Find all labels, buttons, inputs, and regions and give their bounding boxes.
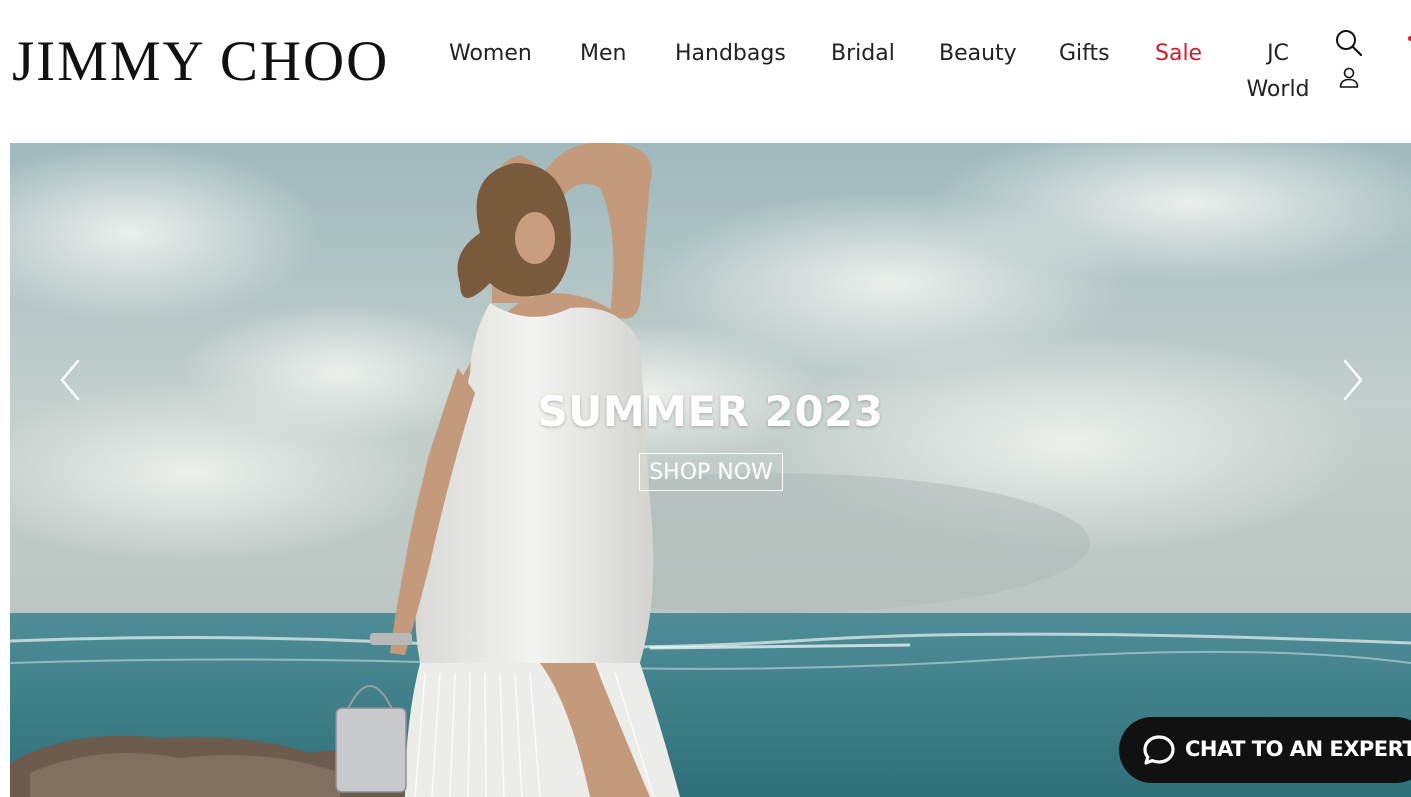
- hero-title: SUMMER 2023: [537, 387, 884, 436]
- search-icon[interactable]: [1334, 28, 1364, 62]
- chat-bubble-icon: [1143, 735, 1175, 765]
- nav-item-women[interactable]: Women: [449, 40, 532, 68]
- nav-item-men[interactable]: Men: [580, 40, 626, 68]
- nav-item-jc-world[interactable]: JC World: [1240, 36, 1316, 108]
- nav-item-beauty[interactable]: Beauty: [939, 40, 1017, 68]
- nav-item-bridal[interactable]: Bridal: [831, 40, 895, 68]
- nav-item-sale[interactable]: Sale: [1155, 40, 1202, 68]
- chat-label: CHAT TO AN EXPERT: [1185, 737, 1411, 761]
- user-icon[interactable]: [1338, 66, 1360, 94]
- shop-now-button[interactable]: SHOP NOW: [639, 453, 783, 491]
- nav-item-gifts[interactable]: Gifts: [1059, 40, 1110, 68]
- site-header: JIMMY CHOO Women Men Handbags Bridal Bea…: [0, 0, 1411, 143]
- hero-banner[interactable]: SUMMER 2023 SHOP NOW: [10, 143, 1411, 797]
- nav-item-handbags[interactable]: Handbags: [675, 40, 786, 68]
- chat-to-expert-button[interactable]: CHAT TO AN EXPERT: [1119, 717, 1411, 783]
- brand-logo[interactable]: JIMMY CHOO: [12, 30, 389, 94]
- nav-item-jc-world-line1: JC: [1267, 41, 1289, 66]
- nav-item-jc-world-line2: World: [1246, 77, 1310, 102]
